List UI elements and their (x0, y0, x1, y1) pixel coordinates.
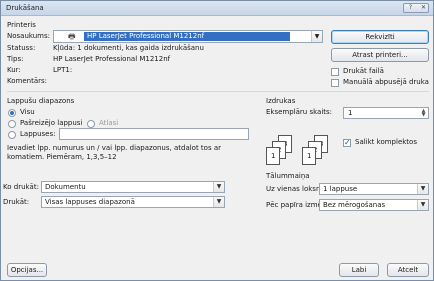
page-range-current-radio[interactable] (8, 120, 16, 128)
scale-value: Bez mērogošanas (323, 201, 386, 209)
collate-label: Salikt komplektos (355, 138, 417, 146)
copies-group-label: Izdrukas (266, 97, 296, 105)
window-buttons: ? ✕ (403, 3, 429, 13)
page-range-selection-radio[interactable] (87, 120, 95, 128)
page-range-selection-label: Atlasi (99, 119, 119, 127)
print-what-label: Ko drukāt: (3, 183, 39, 191)
page-icon: 1 (302, 147, 316, 165)
printer-where-label: Kur: (7, 66, 21, 74)
print-what-select[interactable]: Dokumentu ▼ (41, 181, 225, 193)
page-range-pages-label: Lappuses: (20, 130, 56, 138)
find-printer-button[interactable]: Atrast printeri... (331, 48, 429, 62)
chevron-down-icon[interactable]: ▼ (311, 31, 322, 42)
printer-icon: 🖶 (68, 32, 76, 41)
page-range-all-radio[interactable] (8, 109, 16, 117)
manual-duplex-label: Manuālā abpusējā druka (343, 78, 429, 86)
divider (7, 91, 429, 92)
print-to-file-label: Drukāt failā (343, 67, 384, 75)
zoom-group-label: Tālummaiņa (266, 172, 310, 180)
page-range-pages-radio[interactable] (8, 131, 16, 139)
page-range-group-label: Lappušu diapazons (7, 97, 75, 105)
printer-status-value: Kļūda: 1 dokumenti, kas gaida izdrukāšan… (53, 44, 204, 52)
close-button[interactable]: ✕ (417, 4, 430, 12)
collate-checkbox[interactable] (343, 138, 351, 147)
printer-comment-label: Komentārs: (7, 77, 48, 85)
title-bar: Drukāšana ? ✕ (1, 1, 433, 16)
page-range-all-label: Visu (20, 108, 35, 116)
ok-button[interactable]: Labi (339, 263, 379, 277)
page-range-input[interactable] (59, 128, 249, 140)
printer-name-value: HP LaserJet Professional M1212nf (87, 32, 205, 40)
printer-status-label: Statuss: (7, 44, 36, 52)
copies-count-label: Eksemplāru skaits: (266, 108, 333, 116)
copies-count-value: 1 (348, 109, 353, 117)
print-what-value: Dokumentu (45, 183, 86, 191)
pages-per-sheet-value: 1 lappuse (323, 185, 358, 193)
copies-count-input[interactable]: 1 ▲ ▼ (343, 107, 429, 119)
properties-button[interactable]: Rekvizīti (331, 30, 429, 44)
printer-where-value: LPT1: (53, 66, 73, 74)
printer-group-label: Printeris (7, 21, 36, 29)
chevron-down-icon[interactable]: ▼ (213, 197, 224, 207)
print-to-file-checkbox[interactable] (331, 68, 339, 76)
printer-name-label: Nosaukums: (7, 32, 50, 40)
print-select[interactable]: Visas lappuses diapazonā ▼ (41, 196, 225, 208)
page-icon: 1 (266, 147, 280, 165)
print-dialog: Drukāšana ? ✕ Printeris Nosaukums: 🖶 HP … (0, 0, 434, 281)
print-label: Drukāt: (3, 198, 30, 206)
options-button[interactable]: Opcijas... (7, 263, 47, 277)
printer-name-select[interactable]: 🖶 HP LaserJet Professional M1212nf ▼ (53, 30, 323, 43)
help-button[interactable]: ? (404, 4, 417, 12)
printer-type-value: HP LaserJet Professional M1212nf (53, 55, 171, 63)
print-value: Visas lappuses diapazonā (45, 198, 135, 206)
chevron-down-icon[interactable]: ▼ (417, 200, 428, 210)
printer-type-label: Tips: (7, 55, 24, 63)
cancel-button[interactable]: Atcelt (387, 263, 429, 277)
window-title: Drukāšana (6, 4, 44, 12)
scale-select[interactable]: Bez mērogošanas ▼ (319, 199, 429, 211)
spinner-icon[interactable]: ▲ ▼ (420, 109, 427, 118)
page-range-current-label: Pašreizējo lappusi (20, 119, 83, 127)
printer-name-highlight: HP LaserJet Professional M1212nf (84, 32, 290, 41)
chevron-down-icon[interactable]: ▼ (213, 182, 224, 192)
page-range-hint: Ievadiet lpp. numurus un / vai lpp. diap… (7, 144, 221, 161)
pages-per-sheet-select[interactable]: 1 lappuse ▼ (319, 183, 429, 195)
manual-duplex-checkbox[interactable] (331, 79, 339, 87)
chevron-down-icon[interactable]: ▼ (417, 184, 428, 194)
